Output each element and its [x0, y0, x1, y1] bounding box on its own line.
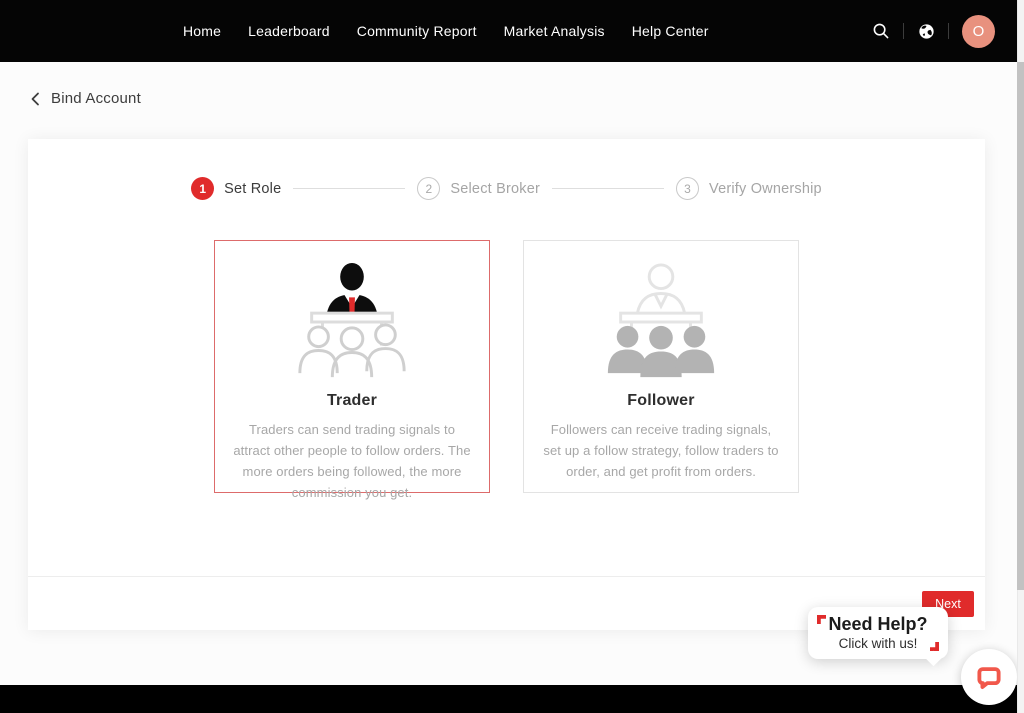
trader-podium-icon [232, 257, 472, 383]
top-nav-bar: Home Leaderboard Community Report Market… [0, 0, 1024, 62]
step-set-role: 1 Set Role [191, 177, 281, 200]
header-actions: O [872, 0, 995, 62]
page-title: Bind Account [51, 90, 141, 107]
avatar[interactable]: O [962, 15, 995, 48]
chat-launcher-button[interactable] [961, 649, 1017, 705]
step-2-label: Select Broker [450, 181, 540, 197]
role-card-follower[interactable]: Follower Followers can receive trading s… [523, 240, 799, 493]
scrollbar-thumb[interactable] [1017, 62, 1024, 590]
globe-icon[interactable] [917, 22, 935, 40]
step-verify-ownership: 3 Verify Ownership [676, 177, 822, 200]
nav-item-community-report[interactable]: Community Report [357, 23, 477, 39]
main-nav: Home Leaderboard Community Report Market… [183, 0, 709, 62]
tooltip-tail [926, 651, 942, 667]
follower-title: Follower [541, 392, 781, 410]
step-3-label: Verify Ownership [709, 181, 822, 197]
follower-description: Followers can receive trading signals, s… [541, 419, 781, 482]
role-cards: Trader Traders can send trading signals … [28, 240, 985, 493]
header-divider [948, 23, 949, 39]
need-help-tooltip[interactable]: Need Help? Click with us! [808, 607, 948, 659]
bind-account-panel: 1 Set Role 2 Select Broker 3 Verify Owne… [28, 139, 985, 630]
nav-item-market-analysis[interactable]: Market Analysis [504, 23, 605, 39]
trader-description: Traders can send trading signals to attr… [232, 419, 472, 503]
step-select-broker: 2 Select Broker [417, 177, 540, 200]
scrollbar-track[interactable] [1017, 0, 1024, 713]
stepper-connector [552, 188, 664, 189]
search-icon[interactable] [872, 22, 890, 40]
nav-item-home[interactable]: Home [183, 23, 221, 39]
step-2-circle: 2 [417, 177, 440, 200]
step-1-circle: 1 [191, 177, 214, 200]
quote-corner-icon [817, 615, 826, 624]
trader-title: Trader [232, 392, 472, 410]
back-button[interactable]: Bind Account [30, 90, 141, 107]
chat-bubble-icon [975, 663, 1003, 691]
stepper-connector [293, 188, 405, 189]
header-divider [903, 23, 904, 39]
role-card-trader[interactable]: Trader Traders can send trading signals … [214, 240, 490, 493]
step-1-label: Set Role [224, 181, 281, 197]
stepper: 1 Set Role 2 Select Broker 3 Verify Owne… [28, 177, 985, 200]
nav-item-help-center[interactable]: Help Center [632, 23, 709, 39]
page-footer-bar [0, 685, 1024, 713]
follower-audience-icon [541, 257, 781, 383]
quote-corner-icon [930, 642, 939, 651]
chevron-left-icon [30, 92, 41, 106]
nav-item-leaderboard[interactable]: Leaderboard [248, 23, 330, 39]
help-tooltip-title: Need Help? [828, 615, 927, 635]
step-3-circle: 3 [676, 177, 699, 200]
help-tooltip-subtitle: Click with us! [839, 636, 918, 651]
